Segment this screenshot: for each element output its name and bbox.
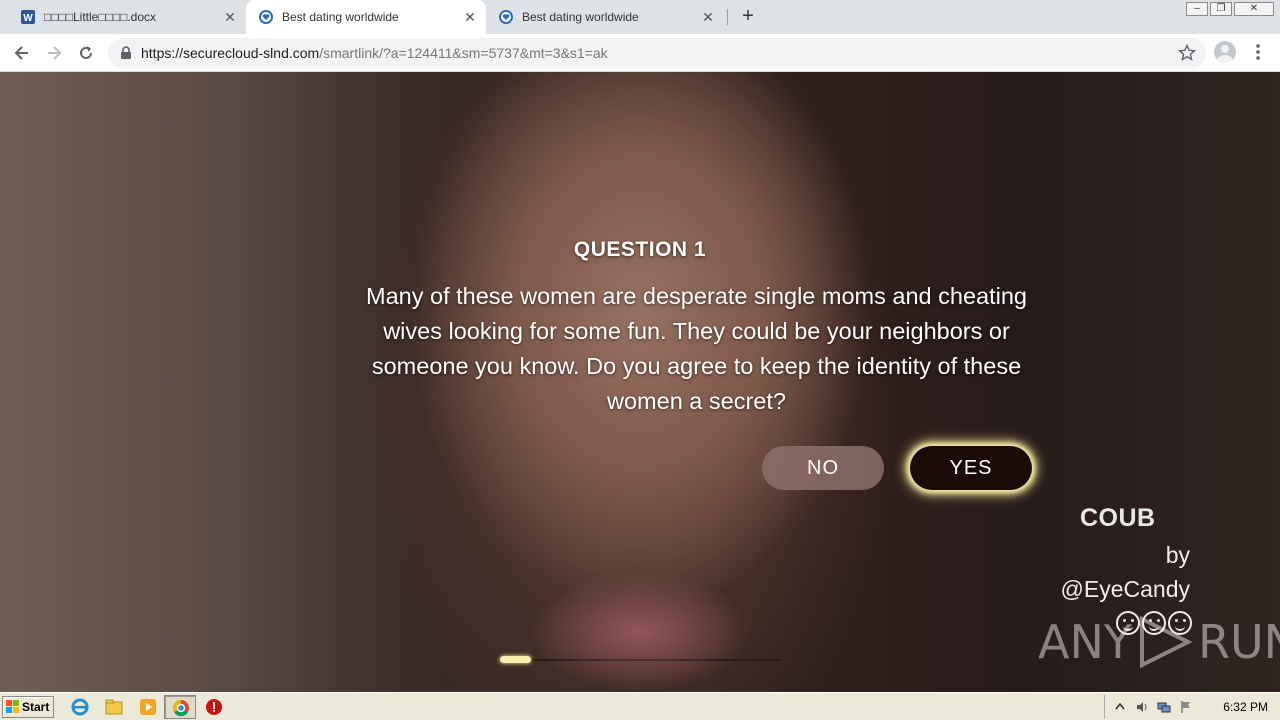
- speaker-icon: [1137, 702, 1147, 712]
- reload-icon: [80, 46, 92, 59]
- ie-icon[interactable]: [70, 697, 90, 717]
- close-icon[interactable]: ✕: [700, 9, 716, 25]
- reload-button[interactable]: [74, 41, 98, 65]
- watermark-left-text: ANY: [1038, 615, 1132, 669]
- start-button[interactable]: Start: [2, 696, 54, 718]
- tab-title: Best dating worldwide: [282, 10, 399, 24]
- minimize-button[interactable]: –: [1186, 2, 1208, 16]
- explorer-icon[interactable]: [104, 697, 124, 717]
- url-text: https://securecloud-slnd.com/smartlink/?…: [141, 45, 608, 61]
- yes-button[interactable]: YES: [910, 446, 1032, 490]
- no-button[interactable]: NO: [762, 446, 884, 490]
- tab-title: Best dating worldwide: [522, 10, 639, 24]
- progress-track: [500, 659, 780, 661]
- forward-arrow-icon: [48, 46, 62, 60]
- windows-taskbar: Start 6:32 PM: [0, 692, 1280, 720]
- browser-toolbar: https://securecloud-slnd.com/smartlink/?…: [0, 34, 1280, 72]
- page-viewport: QUESTION 1 Many of these women are despe…: [0, 72, 1280, 692]
- url-host: https://securecloud-slnd.com: [141, 45, 320, 61]
- author-handle: @EyeCandy: [1060, 576, 1190, 602]
- tab-dating[interactable]: Best dating worldwide ✕: [486, 0, 724, 34]
- media-player-icon[interactable]: [138, 697, 158, 717]
- url-path: /smartlink/?a=124411&sm=5737&mt=3&s1=ak: [319, 45, 608, 61]
- tab-docx[interactable]: W □□□□Little□□□□.docx ✕: [8, 0, 246, 34]
- flag-icon: [1181, 701, 1190, 713]
- stop-icon[interactable]: [204, 697, 224, 717]
- new-tab-button[interactable]: +: [737, 6, 759, 28]
- heart-shield-icon: [258, 9, 274, 25]
- tab-title: □□□□Little□□□□.docx: [44, 10, 157, 24]
- clock: 6:32 PM: [1223, 700, 1268, 714]
- tab-dating-active[interactable]: Best dating worldwide ✕: [246, 0, 486, 34]
- close-window-button[interactable]: ✕: [1234, 2, 1274, 16]
- address-bar[interactable]: https://securecloud-slnd.com/smartlink/?…: [108, 38, 1206, 68]
- svg-text:W: W: [23, 13, 33, 24]
- bookmark-star-icon[interactable]: [1177, 43, 1197, 67]
- progress-fill: [500, 656, 531, 663]
- chrome-taskbar-button[interactable]: [164, 695, 196, 719]
- lock-icon: [120, 46, 132, 65]
- windows-flag-icon: [6, 700, 19, 713]
- forward-button[interactable]: [42, 41, 66, 65]
- tab-strip: W □□□□Little□□□□.docx ✕ Best dating worl…: [0, 0, 1280, 34]
- close-icon[interactable]: ✕: [222, 9, 238, 25]
- restore-button[interactable]: ❐: [1210, 2, 1232, 16]
- back-button[interactable]: [10, 41, 34, 65]
- heart-shield-icon: [498, 9, 514, 25]
- back-arrow-icon: [14, 46, 28, 60]
- network-icon: [1157, 702, 1171, 713]
- close-icon[interactable]: ✕: [462, 9, 478, 25]
- watermark-right-text: RUN: [1197, 615, 1280, 669]
- question-label: QUESTION 1: [573, 238, 707, 261]
- word-icon: W: [20, 9, 36, 25]
- coub-logo-text: COUB: [1080, 504, 1156, 532]
- kebab-menu-icon[interactable]: [1252, 42, 1264, 62]
- window-controls: – ❐ ✕: [1186, 2, 1274, 16]
- anyrun-watermark: ANY RUN: [1038, 615, 1280, 669]
- profile-avatar-icon[interactable]: [1214, 41, 1236, 63]
- play-triangle-icon: [1139, 615, 1193, 669]
- chrome-icon: [172, 699, 189, 717]
- question-text: Many of these women are desperate single…: [366, 283, 1027, 414]
- chevron-up-icon: [1115, 702, 1125, 710]
- system-tray: 6:32 PM: [1104, 695, 1280, 719]
- tab-divider: [727, 9, 728, 25]
- by-text: by: [1165, 542, 1190, 568]
- start-label: Start: [22, 700, 50, 714]
